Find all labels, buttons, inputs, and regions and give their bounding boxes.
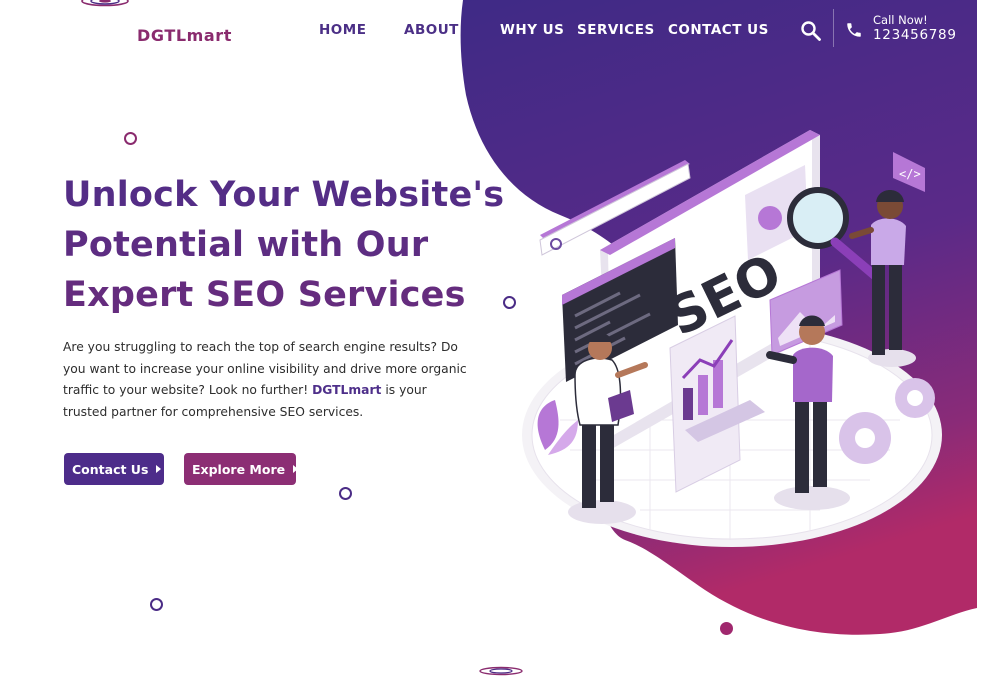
play-arrow-icon: [293, 465, 299, 473]
decorative-dot: [720, 622, 733, 635]
decorative-ring: [124, 132, 137, 145]
nav-why-us[interactable]: WHY US: [500, 22, 564, 38]
nav-about[interactable]: ABOUT: [404, 22, 459, 38]
nav-home[interactable]: HOME: [319, 22, 366, 38]
nav-services[interactable]: SERVICES: [577, 22, 655, 38]
explore-more-button[interactable]: Explore More: [184, 453, 299, 485]
decorative-ring: [339, 487, 352, 500]
hero-title-line-1: Unlock Your Website's: [63, 175, 505, 215]
seo-illustration: SEO </>: [522, 130, 942, 547]
header-divider: [833, 9, 834, 47]
phone-icon[interactable]: [845, 21, 863, 39]
bottom-swirl-icon: [479, 666, 523, 676]
call-number[interactable]: 123456789: [873, 27, 957, 43]
call-now-label: Call Now!: [873, 13, 928, 27]
search-icon[interactable]: [800, 20, 822, 42]
explore-more-button-label: Explore More: [192, 461, 286, 477]
logo-swirl-icon: [81, 0, 129, 7]
contact-us-button[interactable]: Contact Us: [64, 453, 164, 485]
hero-title-line-2: Potential with Our: [63, 225, 429, 265]
hero-title: Unlock Your Website's Potential with Our…: [63, 170, 505, 320]
hero-description-brand: DGTLmart: [312, 383, 382, 397]
hero-description: Are you struggling to reach the top of s…: [63, 337, 473, 423]
contact-us-button-label: Contact Us: [72, 461, 149, 477]
nav-contact-us[interactable]: CONTACT US: [668, 22, 769, 38]
play-arrow-icon: [156, 465, 162, 473]
svg-text:</>: </>: [899, 167, 921, 181]
decorative-ring: [150, 598, 163, 611]
hero-title-line-3: Expert SEO Services: [63, 275, 466, 315]
